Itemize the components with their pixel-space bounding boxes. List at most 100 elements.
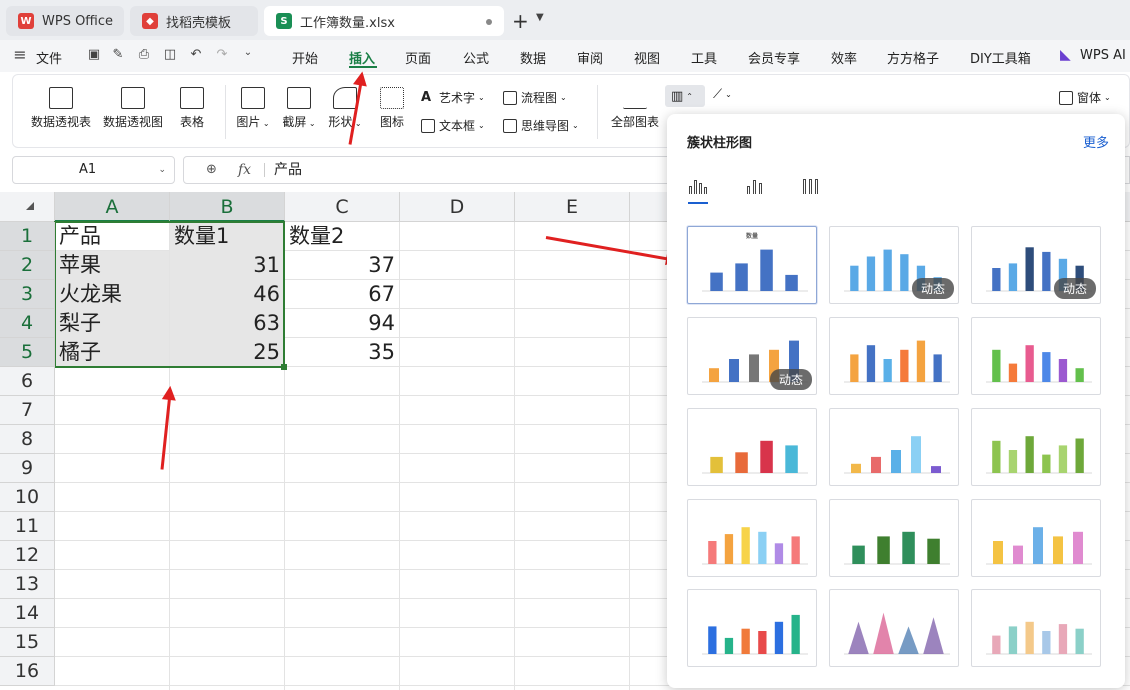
- cell-b1[interactable]: 数量1: [170, 222, 284, 251]
- chart-thumbnail-6[interactable]: [971, 317, 1101, 395]
- cell-a5[interactable]: 橘子: [55, 338, 169, 367]
- redo-icon[interactable]: ↷: [214, 47, 230, 63]
- chart-thumbnail-1[interactable]: 数量: [687, 226, 817, 304]
- column-header-c[interactable]: C: [285, 192, 400, 222]
- column-header-a[interactable]: A: [55, 192, 170, 222]
- wordart-button[interactable]: A 艺术字 ⌄: [421, 89, 485, 106]
- hamburger-menu-icon[interactable]: ≡: [12, 45, 28, 64]
- cell-a1[interactable]: 产品: [55, 222, 169, 251]
- chart-thumbnail-10[interactable]: [687, 499, 817, 577]
- undo-icon[interactable]: ↶: [188, 47, 204, 63]
- column-chart-dropdown[interactable]: ▥ ⌃: [665, 85, 705, 107]
- cell-c3[interactable]: 67: [285, 280, 399, 309]
- chart-thumbnail-14[interactable]: [829, 589, 959, 667]
- unsaved-dot-icon[interactable]: [486, 19, 492, 25]
- flowchart-button[interactable]: 流程图 ⌄: [503, 89, 567, 106]
- menu-formula[interactable]: 公式: [463, 48, 489, 67]
- select-all-corner[interactable]: [0, 192, 55, 222]
- print-icon[interactable]: ⎙: [136, 47, 152, 63]
- chart-thumbnail-15[interactable]: [971, 589, 1101, 667]
- line-chart-dropdown[interactable]: ⟋ ⌄: [713, 87, 732, 102]
- cell-c1[interactable]: 数量2: [285, 222, 399, 251]
- row-header-9[interactable]: 9: [0, 454, 55, 483]
- chart-thumbnail-9[interactable]: [971, 408, 1101, 486]
- textbox-button[interactable]: 文本框 ⌄: [421, 117, 485, 134]
- table-button[interactable]: 表格: [177, 87, 207, 130]
- cell-a3[interactable]: 火龙果: [55, 280, 169, 309]
- pivot-table-button[interactable]: 数据透视表: [31, 87, 91, 130]
- picture-button[interactable]: 图片 ⌄: [235, 87, 271, 130]
- tab-workbook[interactable]: S 工作簿数量.xlsx: [264, 6, 504, 36]
- save-icon[interactable]: ▣: [86, 47, 102, 63]
- menu-page[interactable]: 页面: [405, 48, 431, 67]
- menu-data[interactable]: 数据: [520, 48, 546, 67]
- menu-file[interactable]: 文件: [36, 48, 62, 67]
- chart-thumbnail-8[interactable]: [829, 408, 959, 486]
- cell-c4[interactable]: 94: [285, 309, 399, 338]
- row-header-1[interactable]: 1: [0, 222, 55, 251]
- row-header-7[interactable]: 7: [0, 396, 55, 425]
- menu-efficiency[interactable]: 效率: [831, 48, 857, 67]
- format-painter-icon[interactable]: ✎: [110, 47, 126, 63]
- stacked-column-icon[interactable]: [745, 176, 767, 196]
- chevron-down-icon[interactable]: ⌄: [158, 157, 166, 183]
- column-header-b[interactable]: B: [170, 192, 285, 222]
- clustered-column-icon[interactable]: [687, 176, 709, 196]
- screenshot-button[interactable]: 截屏 ⌄: [281, 87, 317, 130]
- name-box[interactable]: A1 ⌄: [12, 156, 175, 184]
- cell-b5[interactable]: 25: [170, 338, 284, 367]
- menu-insert[interactable]: 插入: [349, 48, 375, 67]
- menu-view[interactable]: 视图: [634, 48, 660, 67]
- print-preview-icon[interactable]: ◫: [162, 47, 178, 63]
- more-charts-link[interactable]: 更多: [1083, 132, 1109, 151]
- row-header-2[interactable]: 2: [0, 251, 55, 280]
- new-tab-plus-icon[interactable]: +: [512, 9, 529, 33]
- chart-thumbnail-4[interactable]: 动态: [687, 317, 817, 395]
- zoom-formula-icon[interactable]: ⊕: [206, 157, 217, 183]
- menu-wps-ai[interactable]: WPS AI: [1080, 48, 1126, 63]
- row-header-10[interactable]: 10: [0, 483, 55, 512]
- chart-thumbnail-2[interactable]: 动态: [829, 226, 959, 304]
- window-button[interactable]: 窗体 ⌄: [1059, 89, 1111, 106]
- cell-c2[interactable]: 37: [285, 251, 399, 280]
- column-header-e[interactable]: E: [515, 192, 630, 222]
- row-header-6[interactable]: 6: [0, 367, 55, 396]
- row-header-14[interactable]: 14: [0, 599, 55, 628]
- column-header-d[interactable]: D: [400, 192, 515, 222]
- cell-c5[interactable]: 35: [285, 338, 399, 367]
- chart-thumbnail-5[interactable]: [829, 317, 959, 395]
- row-header-13[interactable]: 13: [0, 570, 55, 599]
- menu-member[interactable]: 会员专享: [748, 48, 800, 67]
- menu-ffgz[interactable]: 方方格子: [887, 48, 939, 67]
- cell-a4[interactable]: 梨子: [55, 309, 169, 338]
- row-header-12[interactable]: 12: [0, 541, 55, 570]
- fx-icon[interactable]: fx: [238, 157, 251, 183]
- chart-thumbnail-7[interactable]: [687, 408, 817, 486]
- icon-button[interactable]: 图标: [377, 87, 407, 130]
- menu-diy-toolbox[interactable]: DIY工具箱: [970, 48, 1031, 67]
- percent-stacked-column-icon[interactable]: [801, 176, 823, 196]
- mindmap-button[interactable]: 思维导图 ⌄: [503, 117, 579, 134]
- wps-ai-icon[interactable]: ◣: [1060, 47, 1071, 63]
- pivot-chart-button[interactable]: 数据透视图: [103, 87, 163, 130]
- chart-thumbnail-3[interactable]: 动态: [971, 226, 1101, 304]
- row-header-15[interactable]: 15: [0, 628, 55, 657]
- row-header-5[interactable]: 5: [0, 338, 55, 367]
- menu-tools[interactable]: 工具: [691, 48, 717, 67]
- menu-review[interactable]: 审阅: [577, 48, 603, 67]
- all-charts-button[interactable]: 全部图表: [609, 87, 661, 130]
- chart-thumbnail-11[interactable]: [829, 499, 959, 577]
- cell-a2[interactable]: 苹果: [55, 251, 169, 280]
- cell-b4[interactable]: 63: [170, 309, 284, 338]
- row-header-11[interactable]: 11: [0, 512, 55, 541]
- tab-docer-templates[interactable]: ◆ 找稻壳模板: [130, 6, 258, 36]
- row-header-8[interactable]: 8: [0, 425, 55, 454]
- row-header-16[interactable]: 16: [0, 657, 55, 686]
- formula-value[interactable]: 产品: [274, 157, 302, 183]
- tab-wps-office[interactable]: W WPS Office: [6, 6, 124, 36]
- cell-b2[interactable]: 31: [170, 251, 284, 280]
- chevron-down-icon[interactable]: ⌄: [240, 47, 256, 63]
- row-header-3[interactable]: 3: [0, 280, 55, 309]
- chart-thumbnail-13[interactable]: [687, 589, 817, 667]
- cell-b3[interactable]: 46: [170, 280, 284, 309]
